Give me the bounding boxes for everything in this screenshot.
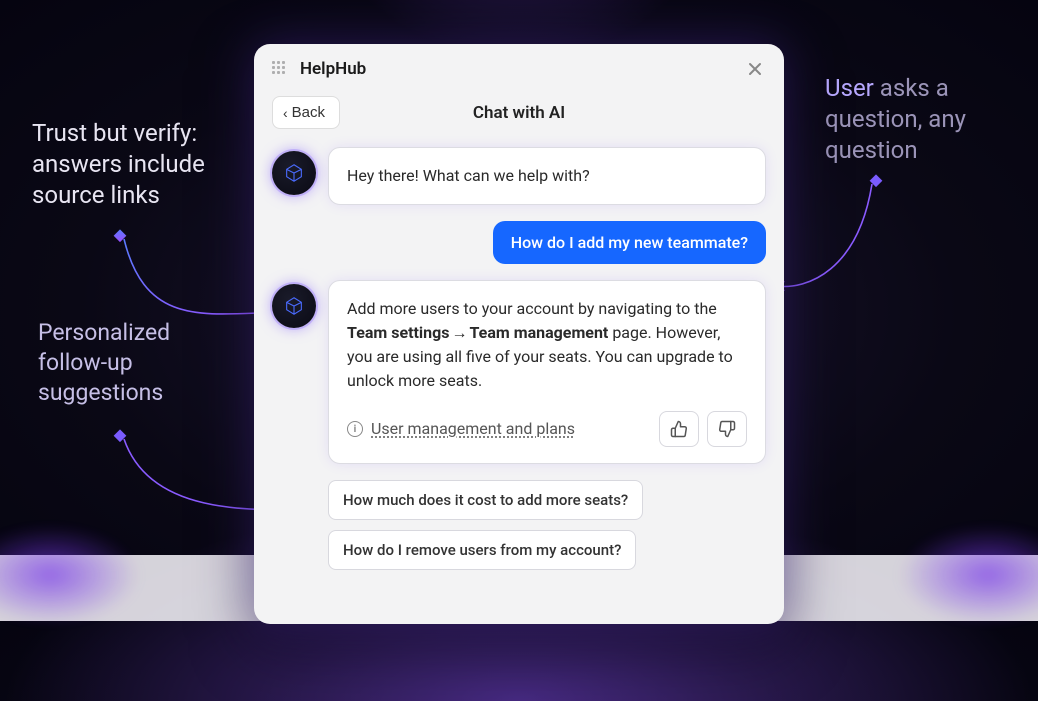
panel-subheader: ‹ Back Chat with AI <box>254 90 784 143</box>
helphub-panel: HelpHub ‹ Back Chat with AI Hey there! W… <box>254 44 784 624</box>
ai-answer-bubble: Add more users to your account by naviga… <box>328 280 766 464</box>
ai-avatar <box>272 284 316 328</box>
callout-followups: Personalized follow-up suggestions <box>38 318 228 408</box>
app-grid-icon <box>272 61 288 77</box>
thumbs-up-button[interactable] <box>659 411 699 447</box>
ai-message-row: Hey there! What can we help with? <box>272 147 766 205</box>
chat-body: Hey there! What can we help with? How do… <box>254 143 784 588</box>
arrow-glyph: → <box>451 323 467 342</box>
suggestion-button[interactable]: How much does it cost to add more seats? <box>328 480 643 520</box>
suggestions: How much does it cost to add more seats?… <box>328 480 766 570</box>
close-icon[interactable] <box>744 58 766 80</box>
app-title: HelpHub <box>300 59 744 79</box>
panel-header: HelpHub <box>254 44 784 90</box>
ai-avatar <box>272 151 316 195</box>
back-button[interactable]: ‹ Back <box>272 96 340 129</box>
user-message-row: How do I add my new teammate? <box>272 221 766 264</box>
ai-answer-row: Add more users to your account by naviga… <box>272 280 766 464</box>
answer-text: Add more users to your account by naviga… <box>347 299 717 318</box>
thumbs-down-button[interactable] <box>707 411 747 447</box>
ai-greeting-bubble: Hey there! What can we help with? <box>328 147 766 205</box>
suggestion-button[interactable]: How do I remove users from my account? <box>328 530 636 570</box>
info-icon: i <box>347 421 363 437</box>
answer-bold2: Team management <box>469 323 608 342</box>
source-link[interactable]: User management and plans <box>371 417 575 441</box>
back-button-label: Back <box>292 104 325 121</box>
answer-bold1: Team settings <box>347 323 449 342</box>
chevron-left-icon: ‹ <box>283 105 288 121</box>
source-row: i User management and plans <box>347 411 747 447</box>
callout-user-question: User asks a question, any question <box>825 73 1015 167</box>
callout-trust-verify: Trust but verify: answers include source… <box>32 118 242 212</box>
user-question-bubble: How do I add my new teammate? <box>493 221 766 264</box>
